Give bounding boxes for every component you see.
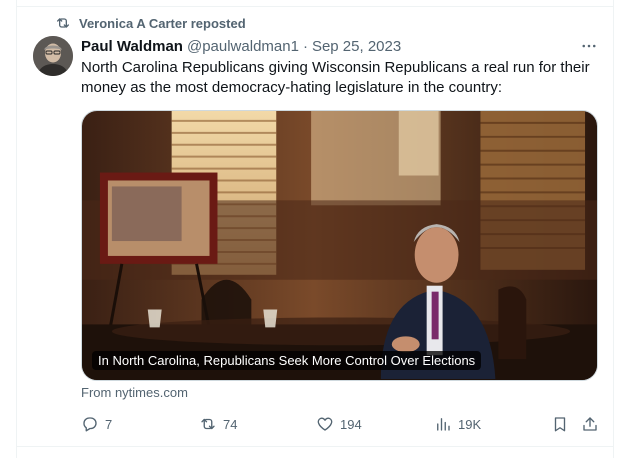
tweet-date[interactable]: Sep 25, 2023 xyxy=(312,38,401,55)
repost-icon xyxy=(201,418,215,430)
view-count: 19K xyxy=(458,416,482,432)
card-source[interactable]: From nytimes.com xyxy=(81,385,188,400)
avatar-image xyxy=(33,36,73,76)
repost-indicator[interactable]: Veronica A Carter reposted xyxy=(55,14,246,32)
action-bar: 7 74 194 19K xyxy=(81,413,601,435)
author-name[interactable]: Paul Waldman xyxy=(81,38,183,55)
reply-icon xyxy=(83,417,97,432)
card-title: In North Carolina, Republicans Seek More… xyxy=(92,351,482,370)
tweet-header: Paul Waldman @paulwaldman1 · Sep 25, 202… xyxy=(81,36,401,56)
tweet-text: North Carolina Republicans giving Wiscon… xyxy=(81,59,590,96)
author-handle[interactable]: @paulwaldman1 xyxy=(187,38,299,55)
card-image xyxy=(82,111,597,380)
bookmark-button[interactable] xyxy=(551,413,569,435)
repost-icon xyxy=(57,18,69,28)
more-icon xyxy=(582,44,596,48)
like-count: 194 xyxy=(340,416,362,432)
views-button[interactable]: 19K xyxy=(434,413,481,435)
repost-count: 74 xyxy=(223,416,238,432)
share-button[interactable] xyxy=(581,413,599,435)
bookmark-icon xyxy=(554,417,566,432)
analytics-icon xyxy=(437,418,450,431)
separator: · xyxy=(302,37,308,55)
share-icon xyxy=(583,417,597,431)
avatar[interactable] xyxy=(33,36,73,76)
more-options-button[interactable] xyxy=(578,36,600,56)
repost-button[interactable]: 74 xyxy=(199,413,237,435)
heart-icon xyxy=(317,417,333,431)
reply-button[interactable]: 7 xyxy=(81,413,112,435)
like-button[interactable]: 194 xyxy=(316,413,362,435)
divider xyxy=(16,446,614,447)
divider xyxy=(16,6,614,7)
reply-count: 7 xyxy=(105,416,113,432)
repost-label: Veronica A Carter reposted xyxy=(79,15,246,31)
link-card[interactable]: In North Carolina, Republicans Seek More… xyxy=(81,110,598,381)
